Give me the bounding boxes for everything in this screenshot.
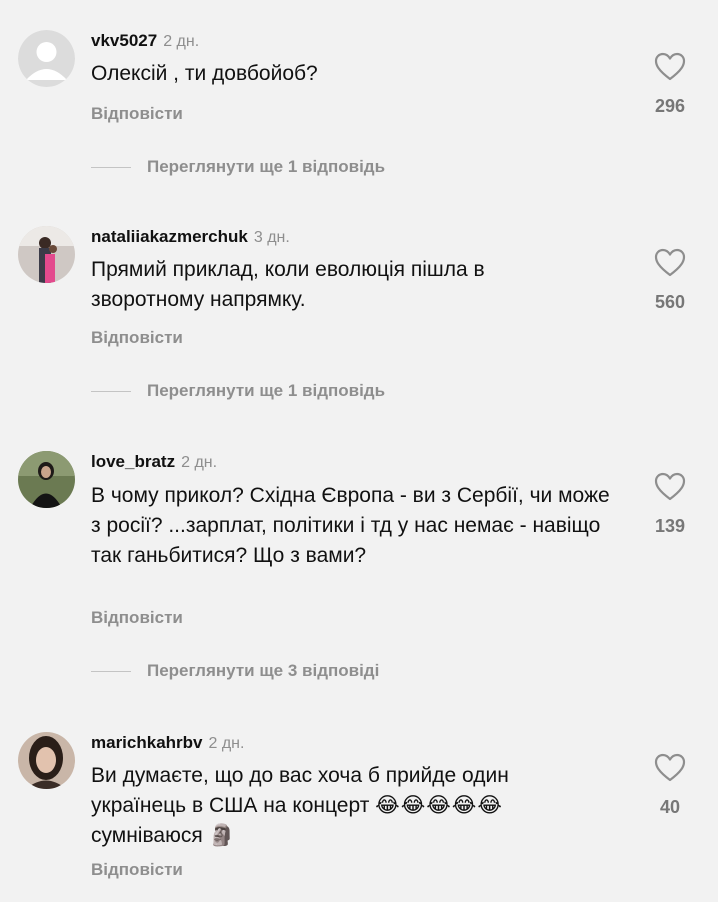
comment-text: Ви думаєте, що до вас хоча б прийде один… — [91, 761, 631, 851]
username[interactable]: marichkahrbv — [91, 733, 203, 752]
view-more-replies[interactable]: Переглянути ще 1 відповідь — [0, 156, 718, 180]
comment-text: Олексій , ти довбойоб? — [91, 62, 318, 85]
view-more-replies-label: Переглянути ще 3 відповіді — [147, 661, 380, 680]
comment-text-line: українець в США на концерт 😂😂😂😂😂 — [91, 791, 631, 821]
laughing-emoji: 😂😂😂😂😂 — [375, 794, 503, 817]
comment-text-segment: сумніваюся — [91, 824, 203, 847]
comment-text-segment: українець в США на концерт — [91, 794, 370, 817]
timestamp: 3 дн. — [253, 229, 290, 246]
comment-text-line: Ви думаєте, що до вас хоча б прийде один — [91, 764, 509, 787]
reply-button[interactable]: Відповісти — [91, 104, 183, 124]
heart-icon — [654, 52, 686, 81]
divider — [91, 671, 131, 672]
like-button[interactable] — [654, 52, 686, 82]
like-button[interactable] — [654, 248, 686, 278]
like-button[interactable] — [654, 753, 686, 783]
timestamp: 2 дн. — [163, 33, 200, 50]
like-count: 296 — [654, 96, 686, 116]
like-count: 139 — [654, 516, 686, 536]
avatar[interactable] — [18, 732, 75, 789]
username[interactable]: nataliiakazmerchuk — [91, 227, 248, 246]
comment-header: nataliiakazmerchuk 3 дн. — [91, 227, 290, 248]
username[interactable]: vkv5027 — [91, 31, 157, 50]
like-count: 40 — [659, 797, 681, 817]
timestamp: 2 дн. — [208, 735, 245, 752]
comment-header: marichkahrbv 2 дн. — [91, 733, 244, 754]
user-photo-icon — [18, 451, 75, 508]
reply-button[interactable]: Відповісти — [91, 608, 183, 628]
comment-text: В чому прикол? Східна Європа - ви з Серб… — [91, 484, 610, 567]
user-photo-icon — [18, 732, 75, 789]
like-count: 560 — [654, 292, 686, 312]
username[interactable]: love_bratz — [91, 452, 175, 471]
avatar[interactable] — [18, 226, 75, 283]
moai-emoji: 🗿 — [208, 824, 236, 847]
comment-text-line: сумніваюся 🗿 — [91, 821, 631, 851]
divider — [91, 167, 131, 168]
user-photo-icon — [18, 226, 75, 283]
avatar[interactable] — [18, 30, 75, 87]
comment-header: love_bratz 2 дн. — [91, 452, 217, 473]
heart-icon — [654, 248, 686, 277]
timestamp: 2 дн. — [181, 454, 218, 471]
heart-icon — [654, 753, 686, 782]
default-avatar-icon — [18, 30, 75, 87]
divider — [91, 391, 131, 392]
like-button[interactable] — [654, 472, 686, 502]
comment-text: Прямий приклад, коли еволюція пішла в зв… — [91, 258, 485, 311]
reply-button[interactable]: Відповісти — [91, 328, 183, 348]
heart-icon — [654, 472, 686, 501]
avatar[interactable] — [18, 451, 75, 508]
view-more-replies-label: Переглянути ще 1 відповідь — [147, 157, 386, 176]
view-more-replies-label: Переглянути ще 1 відповідь — [147, 381, 386, 400]
comments-feed: vkv5027 2 дн. Олексій , ти довбойоб? Відп… — [0, 0, 718, 902]
view-more-replies[interactable]: Переглянути ще 3 відповіді — [0, 660, 718, 684]
comment-header: vkv5027 2 дн. — [91, 31, 199, 52]
reply-button[interactable]: Відповісти — [91, 860, 183, 880]
view-more-replies[interactable]: Переглянути ще 1 відповідь — [0, 380, 718, 404]
